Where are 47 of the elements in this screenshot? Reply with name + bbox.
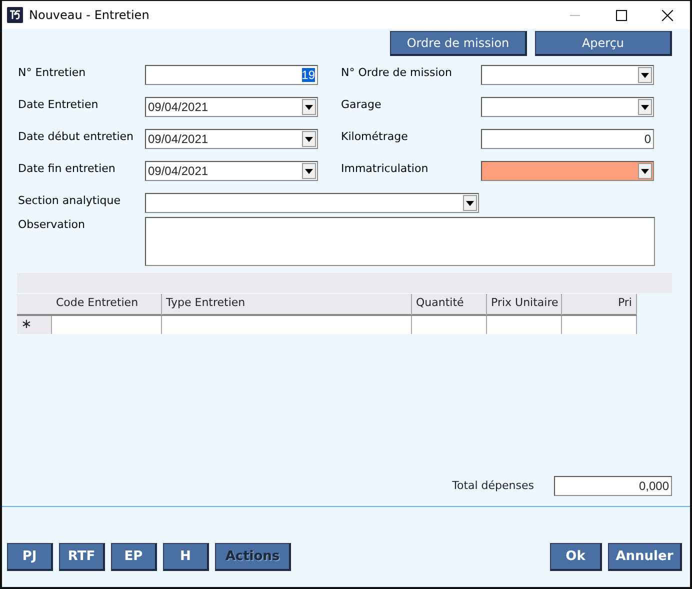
input-field[interactable]: 0,000: [554, 476, 672, 496]
dropdown-field[interactable]: 09/04/2021: [145, 129, 318, 149]
column-header[interactable]: Code Entretien: [52, 294, 162, 316]
input-field[interactable]: 0: [481, 129, 654, 149]
app-icon: [7, 7, 23, 23]
action-button[interactable]: PJ: [7, 543, 53, 571]
header-corner: [17, 294, 52, 316]
field-label: Immatriculation: [340, 161, 430, 177]
column-header[interactable]: Quantité: [412, 294, 487, 316]
field-label: Date fin entretien: [17, 161, 116, 177]
dropdown-field[interactable]: [145, 193, 479, 213]
table-cell[interactable]: [487, 316, 562, 334]
action-button[interactable]: RTF: [59, 543, 105, 571]
field-label: Date Entretien: [17, 97, 100, 113]
field-label: Total dépenses: [452, 478, 534, 494]
field-label: Garage: [340, 97, 382, 113]
window-title: Nouveau - Entretien: [29, 7, 150, 24]
ok-button[interactable]: Ok: [550, 543, 602, 571]
table-cell[interactable]: [52, 316, 162, 334]
action-button[interactable]: EP: [111, 543, 157, 571]
column-header[interactable]: Pri: [562, 294, 637, 316]
maximize-icon[interactable]: [616, 10, 626, 20]
cancel-button[interactable]: Annuler: [608, 543, 682, 571]
dropdown-field[interactable]: [481, 161, 654, 181]
input-field[interactable]: 19: [145, 65, 318, 85]
dropdown-field[interactable]: 09/04/2021: [145, 161, 318, 181]
field-label: N° Entretien: [17, 65, 87, 81]
table-cell[interactable]: [162, 316, 412, 334]
dropdown-field[interactable]: 09/04/2021: [145, 97, 318, 117]
field-label: Observation: [17, 217, 86, 233]
close-icon[interactable]: [662, 10, 672, 20]
dropdown-field[interactable]: [481, 65, 654, 85]
field-label: N° Ordre de mission: [340, 65, 453, 81]
column-header[interactable]: Prix Unitaire: [487, 294, 562, 316]
field-label: Date début entretien: [17, 129, 135, 145]
observation-field[interactable]: [145, 217, 655, 266]
toolbar-button[interactable]: Ordre de mission: [390, 31, 527, 56]
column-header[interactable]: Type Entretien: [162, 294, 412, 316]
table-cell[interactable]: [412, 316, 487, 334]
field-label: Kilométrage: [340, 129, 409, 145]
action-button[interactable]: H: [163, 543, 209, 571]
toolbar-button[interactable]: Aperçu: [535, 31, 672, 56]
selected-text: 19: [302, 68, 315, 82]
field-label: Section analytique: [17, 193, 122, 209]
table-cell[interactable]: [562, 316, 637, 334]
new-row-marker: ∗: [17, 316, 52, 334]
dropdown-field[interactable]: [481, 97, 654, 117]
